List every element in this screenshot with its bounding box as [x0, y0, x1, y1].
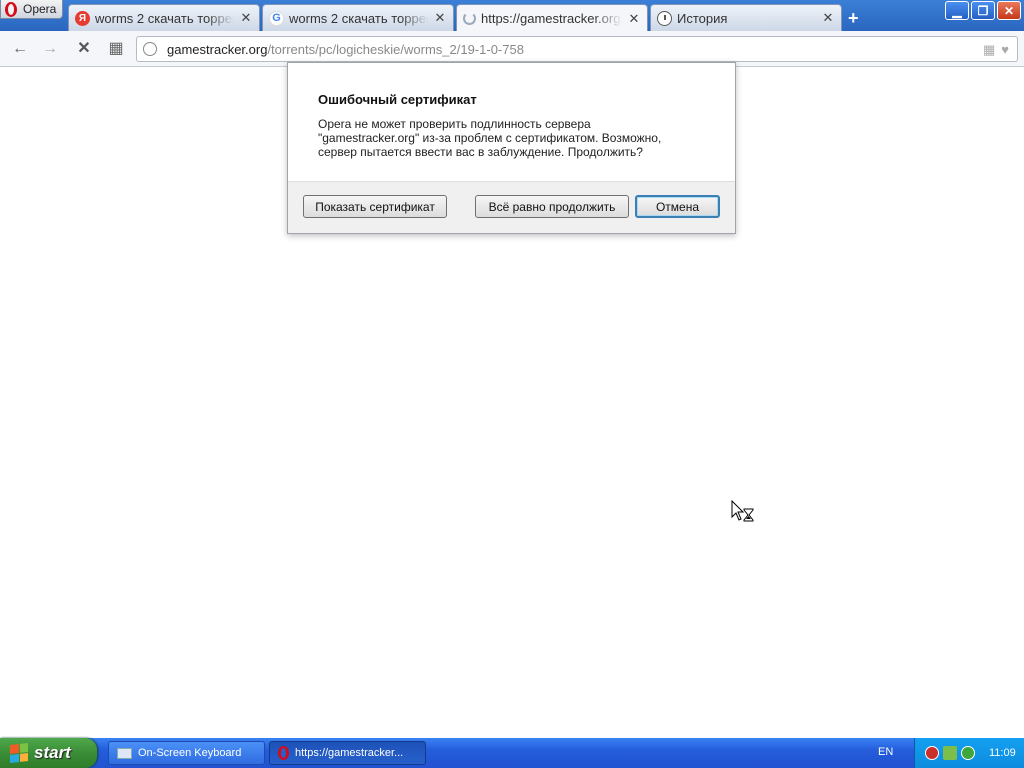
network-icon[interactable]: [943, 746, 957, 760]
dialog-message-line: Opera не может проверить подлинность сер…: [318, 117, 591, 131]
dialog-footer: Показать сертификат Всё равно продолжить…: [288, 181, 735, 233]
stash-icon[interactable]: ▦: [983, 42, 995, 58]
start-button[interactable]: start: [0, 738, 97, 768]
history-icon: [657, 10, 672, 26]
security-shield-icon[interactable]: [925, 746, 939, 760]
close-icon[interactable]: ✕: [239, 10, 253, 26]
tab-yandex-search[interactable]: Я worms 2 скачать торрент ✕: [68, 4, 260, 31]
clock[interactable]: 11:09: [989, 747, 1016, 759]
taskbar-item-label: https://gamestracker...: [295, 747, 404, 759]
tab-title: https://gamestracker.org/: [481, 11, 622, 26]
new-tab-button[interactable]: +: [848, 8, 859, 29]
url-path: /torrents/pc/logicheskie/worms_2/19-1-0-…: [267, 41, 524, 57]
keyboard-icon: [117, 747, 132, 759]
taskbar-item-label: On-Screen Keyboard: [138, 747, 242, 759]
close-icon[interactable]: ✕: [433, 10, 447, 26]
taskbar-item-on-screen-keyboard[interactable]: On-Screen Keyboard: [108, 741, 265, 765]
tab-title: История: [677, 10, 728, 26]
show-certificate-button[interactable]: Показать сертификат: [303, 195, 447, 218]
taskbar-item-opera[interactable]: https://gamestracker...: [269, 741, 426, 765]
dialog-title: Ошибочный сертификат: [318, 92, 477, 107]
close-window-button[interactable]: ✕: [997, 1, 1021, 20]
window-controls: ▁ ❐ ✕: [945, 1, 1021, 20]
title-bar: Opera Я worms 2 скачать торрент ✕ G worm…: [0, 0, 1024, 32]
forward-button[interactable]: →: [40, 39, 60, 59]
minimize-button[interactable]: ▁: [945, 1, 969, 20]
speed-dial-button[interactable]: ▦: [106, 39, 126, 59]
tab-title: worms 2 скачать торрент: [95, 10, 234, 26]
dialog-message-line: сервер пытается ввести вас в заблуждение…: [318, 145, 643, 159]
tab-gamestracker[interactable]: https://gamestracker.org/ ✕: [456, 4, 648, 32]
dialog-message-line: "gamestracker.org" из-за проблем с серти…: [318, 131, 662, 145]
close-icon[interactable]: ✕: [821, 10, 835, 26]
opera-menu-button[interactable]: Opera: [0, 0, 63, 19]
url-host: gamestracker.org: [167, 41, 268, 57]
cancel-button[interactable]: Отмена: [635, 195, 720, 218]
continue-anyway-button[interactable]: Всё равно продолжить: [475, 195, 629, 218]
tab-history[interactable]: История ✕: [650, 4, 842, 31]
close-icon[interactable]: ✕: [627, 11, 641, 27]
opera-menu-label: Opera: [23, 2, 57, 16]
heart-icon[interactable]: ♥: [1001, 42, 1009, 58]
google-icon: G: [269, 10, 284, 26]
address-bar[interactable]: gamestracker.org /torrents/pc/logicheski…: [136, 36, 1018, 62]
busy-cursor-icon: [731, 500, 754, 522]
maximize-button[interactable]: ❐: [971, 1, 995, 20]
system-tray: 11:09: [914, 738, 1024, 768]
utorrent-icon[interactable]: [961, 746, 975, 760]
site-info-icon[interactable]: [143, 42, 157, 56]
windows-logo-icon: [10, 743, 28, 763]
back-button[interactable]: ←: [10, 39, 30, 59]
opera-logo-icon: [5, 1, 17, 17]
opera-icon: [278, 746, 289, 760]
tab-title: worms 2 скачать торрент: [289, 10, 428, 26]
stop-button[interactable]: ✕: [74, 39, 94, 59]
language-indicator[interactable]: EN: [878, 746, 893, 758]
taskbar: start On-Screen Keyboard https://gamestr…: [0, 738, 1024, 768]
certificate-error-dialog: Ошибочный сертификат Opera не может пров…: [287, 62, 736, 234]
tab-google-search[interactable]: G worms 2 скачать торрент ✕: [262, 4, 454, 31]
loading-icon: [463, 12, 476, 25]
start-label: start: [34, 743, 71, 762]
yandex-icon: Я: [75, 10, 90, 26]
dialog-message: Opera не может проверить подлинность сер…: [318, 117, 718, 159]
